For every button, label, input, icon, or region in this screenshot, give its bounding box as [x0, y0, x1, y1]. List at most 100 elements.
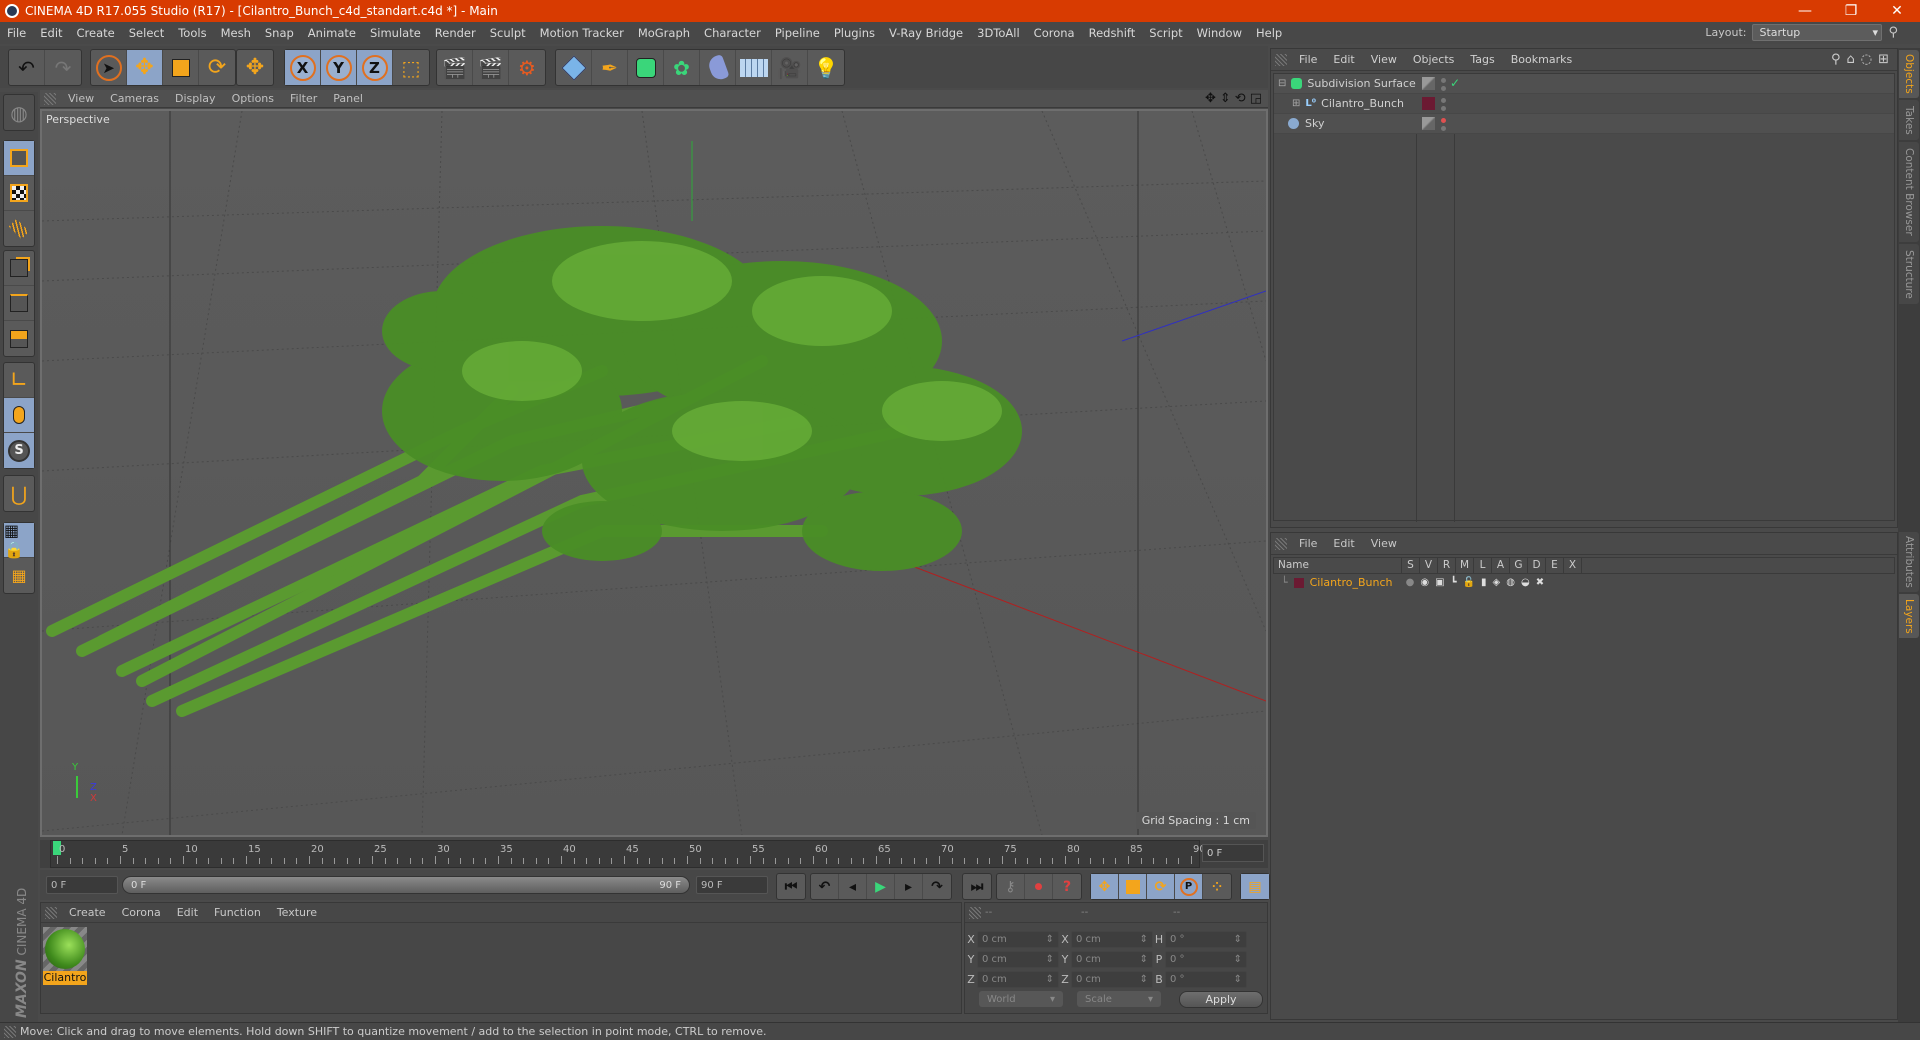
- key-rotation-toggle[interactable]: ⟳: [1147, 874, 1175, 899]
- solo-mode-button[interactable]: S: [4, 433, 34, 468]
- menu-edit[interactable]: Edit: [33, 26, 69, 40]
- material-menu-edit[interactable]: Edit: [169, 906, 206, 919]
- col-locked[interactable]: L: [1474, 558, 1492, 573]
- edges-mode-button[interactable]: [4, 286, 34, 321]
- panel-grip[interactable]: [1275, 53, 1287, 66]
- render-settings-button[interactable]: ⚙: [509, 50, 545, 85]
- end-frame-field[interactable]: 90 F: [696, 876, 768, 894]
- timeline-window-button[interactable]: ▤: [1241, 874, 1269, 899]
- pos-x-field[interactable]: 0 cm ⇕: [977, 930, 1059, 948]
- autokey-button[interactable]: ⏺: [1025, 874, 1053, 899]
- snap-button[interactable]: ⋃: [4, 476, 34, 511]
- layer-color-icon[interactable]: [1422, 97, 1435, 110]
- xref-icon[interactable]: ✖: [1536, 577, 1544, 588]
- object-menu-view[interactable]: View: [1363, 53, 1405, 66]
- material-menu-texture[interactable]: Texture: [269, 906, 325, 919]
- menu-select[interactable]: Select: [122, 26, 171, 40]
- rotate-tool-button[interactable]: ⟳: [199, 50, 235, 85]
- layer-menu-edit[interactable]: Edit: [1325, 537, 1362, 550]
- live-selection-button[interactable]: ➤: [91, 50, 127, 85]
- rotate-view-icon[interactable]: ⟲: [1235, 91, 1246, 106]
- expression-icon[interactable]: ◒: [1521, 577, 1530, 588]
- tab-takes[interactable]: Takes: [1899, 100, 1919, 140]
- polygons-mode-button[interactable]: [4, 321, 34, 356]
- maximize-view-icon[interactable]: ◲: [1250, 91, 1262, 106]
- key-pla-toggle[interactable]: ⁘: [1203, 874, 1231, 899]
- panel-grip[interactable]: [1275, 537, 1287, 550]
- bend-deformer-button[interactable]: [700, 50, 736, 85]
- tweak-mode-button[interactable]: [4, 398, 34, 433]
- menu-sculpt[interactable]: Sculpt: [483, 26, 533, 40]
- scale-tool-button[interactable]: [163, 50, 199, 85]
- menu-vray-bridge[interactable]: V-Ray Bridge: [882, 26, 970, 40]
- layer-tag-icon[interactable]: [1422, 77, 1435, 90]
- key-parameter-toggle[interactable]: P: [1175, 874, 1203, 899]
- last-tool-button[interactable]: ✥: [237, 50, 273, 85]
- next-key-button[interactable]: ↷: [923, 874, 951, 899]
- menu-mesh[interactable]: Mesh: [214, 26, 258, 40]
- pen-spline-button[interactable]: ✒: [592, 50, 628, 85]
- enabled-check-icon[interactable]: ✓: [1450, 76, 1460, 90]
- subdivision-surface-button[interactable]: [628, 50, 664, 85]
- model-mode-button[interactable]: [4, 141, 34, 176]
- render-clapper-icon[interactable]: ▣: [1435, 577, 1444, 588]
- layer-name[interactable]: Cilantro_Bunch: [1310, 576, 1406, 589]
- col-animation[interactable]: A: [1492, 558, 1510, 573]
- deformer-icon[interactable]: ◍: [1506, 577, 1515, 588]
- material-menu-function[interactable]: Function: [206, 906, 269, 919]
- viewport-menu-view[interactable]: View: [60, 92, 102, 105]
- axis-mode-button[interactable]: ∟: [4, 363, 34, 398]
- menu-3dtoall[interactable]: 3DToAll: [970, 26, 1027, 40]
- menu-help[interactable]: Help: [1249, 26, 1289, 40]
- layer-tag-icon[interactable]: [1422, 117, 1435, 130]
- material-menu-corona[interactable]: Corona: [114, 906, 169, 919]
- move-tool-button[interactable]: ✥: [127, 50, 163, 85]
- menu-redshift[interactable]: Redshift: [1082, 26, 1143, 40]
- eye-icon[interactable]: ◌: [1861, 52, 1872, 67]
- tab-attributes[interactable]: Attributes: [1899, 532, 1919, 592]
- rot-h-field[interactable]: 0 ° ⇕: [1165, 930, 1247, 948]
- panel-grip[interactable]: [4, 1025, 16, 1038]
- view-eye-icon[interactable]: ◉: [1420, 577, 1429, 588]
- render-view-button[interactable]: 🎬: [437, 50, 473, 85]
- texture-mode-button[interactable]: [4, 176, 34, 211]
- menu-corona[interactable]: Corona: [1027, 26, 1082, 40]
- size-x-field[interactable]: 0 cm ⇕: [1071, 930, 1153, 948]
- size-y-field[interactable]: 0 cm ⇕: [1071, 950, 1153, 968]
- cloner-button[interactable]: ✿: [664, 50, 700, 85]
- locked-workplane-button[interactable]: ▦🔒: [4, 521, 34, 559]
- col-manager[interactable]: M: [1456, 558, 1474, 573]
- x-axis-toggle[interactable]: X: [285, 50, 321, 85]
- move-view-icon[interactable]: ✥: [1205, 91, 1216, 106]
- apply-button[interactable]: Apply: [1179, 991, 1263, 1008]
- menu-animate[interactable]: Animate: [301, 26, 363, 40]
- new-window-icon[interactable]: ⊞: [1878, 52, 1889, 67]
- layout-dropdown[interactable]: Startup ▾: [1752, 24, 1883, 41]
- visibility-dots[interactable]: [1440, 116, 1446, 132]
- panel-grip[interactable]: [44, 92, 56, 105]
- layer-row[interactable]: └ Cilantro_Bunch ● ◉ ▣ ┗ 🔓 ▮ ◈ ◍ ◒ ✖: [1273, 574, 1895, 591]
- make-editable-button[interactable]: ◍: [4, 95, 34, 130]
- material-swatch[interactable]: Cilantro: [43, 927, 87, 985]
- viewport-menu-filter[interactable]: Filter: [282, 92, 325, 105]
- object-row[interactable]: Sky: [1274, 114, 1894, 134]
- next-frame-button[interactable]: ▸: [895, 874, 923, 899]
- material-menu-create[interactable]: Create: [61, 906, 114, 919]
- camera-button[interactable]: 🎥: [772, 50, 808, 85]
- perspective-viewport[interactable]: Perspective Y Z X Grid Spacing : 1 cm: [40, 109, 1268, 837]
- floor-button[interactable]: [736, 50, 772, 85]
- tab-structure[interactable]: Structure: [1899, 244, 1919, 304]
- pos-z-field[interactable]: 0 cm ⇕: [977, 970, 1059, 988]
- menu-snap[interactable]: Snap: [258, 26, 301, 40]
- rot-p-field[interactable]: 0 ° ⇕: [1165, 950, 1247, 968]
- y-axis-toggle[interactable]: Y: [321, 50, 357, 85]
- solo-dot-icon[interactable]: ●: [1406, 577, 1415, 588]
- tab-content-browser[interactable]: Content Browser: [1899, 142, 1919, 242]
- light-button[interactable]: 💡: [808, 50, 844, 85]
- points-mode-button[interactable]: [4, 251, 34, 286]
- menu-simulate[interactable]: Simulate: [363, 26, 428, 40]
- search-icon[interactable]: ⚲: [1888, 25, 1898, 40]
- object-menu-edit[interactable]: Edit: [1325, 53, 1362, 66]
- menu-script[interactable]: Script: [1142, 26, 1189, 40]
- animation-icon[interactable]: ▮: [1481, 577, 1487, 588]
